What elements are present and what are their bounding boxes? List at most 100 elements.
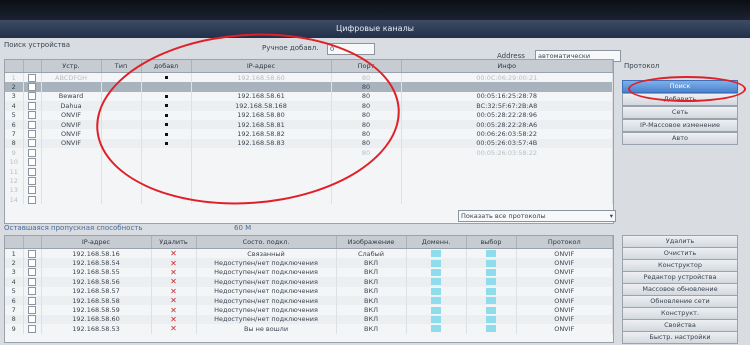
- select-icon[interactable]: [486, 268, 496, 276]
- row-checkbox-cell[interactable]: [23, 129, 42, 139]
- row-checkbox-cell[interactable]: [23, 148, 42, 158]
- red-x-icon[interactable]: ✕: [170, 287, 177, 296]
- delete-cell[interactable]: ✕: [151, 305, 197, 315]
- channel-col-header[interactable]: Удалить: [151, 236, 197, 249]
- device-row[interactable]: 7 ONVIF 192.168.58.82 80 00:06:26:03:58:22: [5, 129, 613, 139]
- edit-icon[interactable]: [431, 259, 441, 267]
- checkbox-icon[interactable]: [28, 148, 36, 157]
- checkbox-icon[interactable]: [28, 167, 36, 176]
- device-row[interactable]: 1 ABCDFGH 192.168.58.60 80 00:0C:06:29:00:21: [5, 72, 613, 83]
- channel-col-header[interactable]: Состо. подкл.: [196, 236, 337, 249]
- row-checkbox-cell[interactable]: [23, 185, 42, 196]
- delete-cell[interactable]: ✕: [151, 248, 197, 259]
- checkbox-icon[interactable]: [28, 176, 36, 185]
- domain-cell[interactable]: [406, 295, 467, 306]
- channel-row[interactable]: 3 192.168.58.55 ✕ Недоступен/нет подключени…: [5, 267, 613, 278]
- edit-icon[interactable]: [431, 268, 441, 276]
- select-cell[interactable]: [466, 248, 517, 259]
- checkbox-icon[interactable]: [28, 83, 36, 92]
- select-icon[interactable]: [486, 287, 496, 295]
- row-checkbox-cell[interactable]: [23, 82, 42, 92]
- checkbox-icon[interactable]: [28, 287, 36, 296]
- checkbox-icon[interactable]: [28, 92, 36, 101]
- edit-icon[interactable]: [431, 315, 441, 323]
- domain-cell[interactable]: [406, 314, 467, 325]
- red-x-icon[interactable]: ✕: [170, 268, 177, 277]
- row-checkbox-cell[interactable]: [23, 110, 42, 120]
- device-col-header[interactable]: Инфо: [401, 60, 613, 73]
- device-row[interactable]: 13: [5, 185, 613, 196]
- channel-row[interactable]: 7 192.168.58.59 ✕ Недоступен/нет подключени…: [5, 305, 613, 315]
- protocol-filter-select[interactable]: Показать все протоколы ▾: [458, 210, 616, 222]
- select-cell[interactable]: [466, 277, 517, 287]
- device-col-header[interactable]: Устр.: [41, 60, 102, 73]
- delete-cell[interactable]: ✕: [151, 267, 197, 278]
- domain-cell[interactable]: [406, 305, 467, 315]
- select-icon[interactable]: [486, 325, 496, 333]
- checkbox-icon[interactable]: [28, 324, 36, 333]
- channel-row[interactable]: 1 192.168.58.16 ✕ Связанный Слабый ONVIF: [5, 248, 613, 259]
- channel-col-header[interactable]: Протокол: [516, 236, 613, 249]
- device-col-header[interactable]: Тип: [101, 60, 142, 73]
- row-checkbox-cell[interactable]: [23, 195, 42, 205]
- device-col-header[interactable]: [23, 60, 42, 73]
- checkbox-icon[interactable]: [28, 130, 36, 139]
- select-icon[interactable]: [486, 306, 496, 314]
- checkbox-icon[interactable]: [28, 195, 36, 204]
- checkbox-icon[interactable]: [28, 249, 36, 258]
- device-row[interactable]: 12: [5, 176, 613, 186]
- side-button-3[interactable]: IP-Массовое изменение: [622, 119, 738, 132]
- red-x-icon[interactable]: ✕: [170, 277, 177, 286]
- row-checkbox-cell[interactable]: [23, 305, 42, 315]
- row-checkbox-cell[interactable]: [23, 166, 42, 177]
- channel-col-header[interactable]: Доменн.: [406, 236, 467, 249]
- edit-icon[interactable]: [431, 287, 441, 295]
- channel-col-header[interactable]: IP-адрес: [41, 236, 152, 249]
- channel-row[interactable]: 9 192.168.58.53 ✕ Вы не вошли ВКЛ ONVIF: [5, 324, 613, 334]
- red-x-icon[interactable]: ✕: [170, 315, 177, 324]
- delete-cell[interactable]: ✕: [151, 295, 197, 306]
- row-checkbox-cell[interactable]: [23, 295, 42, 306]
- row-checkbox-cell[interactable]: [23, 138, 42, 149]
- select-cell[interactable]: [466, 267, 517, 278]
- select-cell[interactable]: [466, 324, 517, 334]
- channel-col-header[interactable]: Изображение: [336, 236, 407, 249]
- row-checkbox-cell[interactable]: [23, 324, 42, 334]
- domain-cell[interactable]: [406, 248, 467, 259]
- device-row[interactable]: 10: [5, 157, 613, 167]
- checkbox-icon[interactable]: [28, 101, 36, 110]
- device-row[interactable]: 14: [5, 195, 613, 205]
- channel-row[interactable]: 5 192.168.58.57 ✕ Недоступен/нет подключени…: [5, 286, 613, 296]
- delete-cell[interactable]: ✕: [151, 277, 197, 287]
- checkbox-icon[interactable]: [28, 186, 36, 195]
- domain-cell[interactable]: [406, 277, 467, 287]
- row-checkbox-cell[interactable]: [23, 258, 42, 268]
- checkbox-icon[interactable]: [28, 296, 36, 305]
- select-cell[interactable]: [466, 305, 517, 315]
- device-col-header[interactable]: добавл: [141, 60, 192, 73]
- domain-cell[interactable]: [406, 258, 467, 268]
- edit-icon[interactable]: [431, 250, 441, 258]
- side-button-0[interactable]: Поиск: [622, 80, 738, 93]
- select-cell[interactable]: [466, 295, 517, 306]
- checkbox-icon[interactable]: [28, 268, 36, 277]
- device-row[interactable]: 4 Dahua 192.168.58.168 80 BC:32:5F:67:2B:A8: [5, 101, 613, 111]
- device-row[interactable]: 8 ONVIF 192.168.58.83 80 00:05:26:03:57:4B: [5, 138, 613, 149]
- select-icon[interactable]: [486, 278, 496, 286]
- red-x-icon[interactable]: ✕: [170, 296, 177, 305]
- checkbox-icon[interactable]: [28, 139, 36, 148]
- delete-cell[interactable]: ✕: [151, 258, 197, 268]
- device-col-header[interactable]: [5, 60, 24, 73]
- row-checkbox-cell[interactable]: [23, 248, 42, 259]
- channel-col-header[interactable]: [23, 236, 42, 249]
- device-row[interactable]: 11: [5, 166, 613, 177]
- row-checkbox-cell[interactable]: [23, 267, 42, 278]
- checkbox-icon[interactable]: [28, 277, 36, 286]
- checkbox-icon[interactable]: [28, 73, 36, 82]
- select-icon[interactable]: [486, 297, 496, 305]
- delete-cell[interactable]: ✕: [151, 324, 197, 334]
- side-bottom-button-8[interactable]: Быстр. настройки: [622, 331, 738, 344]
- red-x-icon[interactable]: ✕: [170, 249, 177, 258]
- device-col-header[interactable]: Порт: [331, 60, 402, 73]
- row-checkbox-cell[interactable]: [23, 314, 42, 325]
